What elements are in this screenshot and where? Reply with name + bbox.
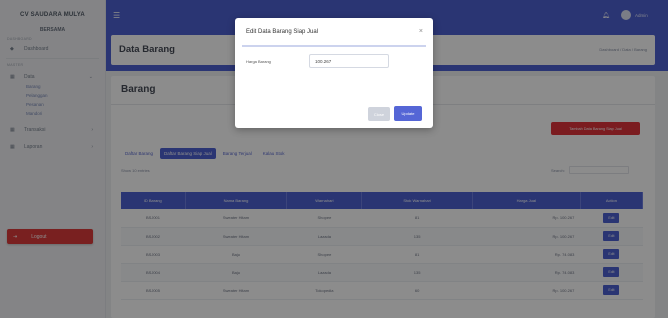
close-button-label: Close bbox=[373, 111, 385, 117]
close-icon[interactable]: × bbox=[419, 28, 423, 35]
close-button[interactable]: Close bbox=[368, 107, 390, 121]
update-button[interactable]: Update bbox=[394, 106, 422, 121]
modal-divider bbox=[242, 45, 426, 47]
edit-modal: Edit Data Barang Siap Jual × Harga Baran… bbox=[235, 18, 433, 128]
update-button-label: Update bbox=[401, 111, 415, 116]
harga-barang-input[interactable] bbox=[309, 54, 389, 68]
modal-title: Edit Data Barang Siap Jual bbox=[246, 29, 319, 35]
harga-barang-label: Harga Barang bbox=[246, 59, 271, 64]
